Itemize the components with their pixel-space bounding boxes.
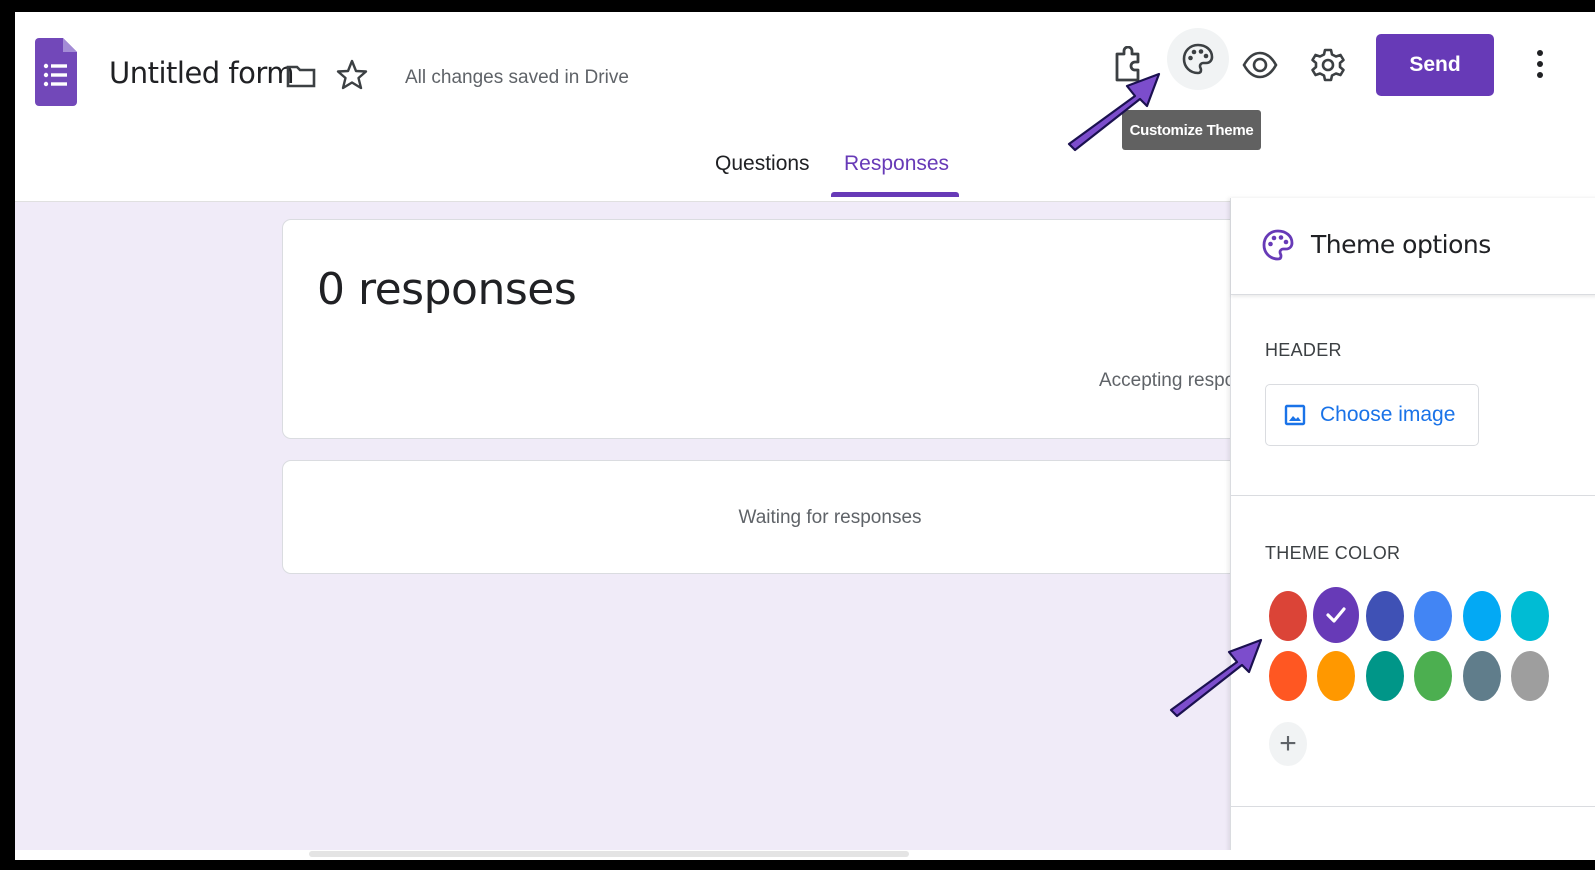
responses-summary-card: 0 responses Accepting responses xyxy=(282,219,1282,439)
check-icon xyxy=(1326,607,1346,623)
top-bar: Untitled form All changes saved in Drive xyxy=(15,12,1595,202)
color-swatch-blue-grey[interactable] xyxy=(1463,651,1501,701)
color-swatch-teal[interactable] xyxy=(1366,651,1404,701)
waiting-label: Waiting for responses xyxy=(738,507,922,528)
eye-icon xyxy=(1242,51,1278,79)
color-swatch-cyan[interactable] xyxy=(1511,591,1549,641)
annotation-arrow-icon xyxy=(1067,72,1161,152)
header-section-label: HEADER xyxy=(1265,340,1342,360)
save-status: All changes saved in Drive xyxy=(405,67,629,88)
color-swatch-indigo[interactable] xyxy=(1366,591,1404,641)
theme-options-panel: Theme options HEADER Choose image THEME … xyxy=(1230,198,1595,860)
color-swatch-orange[interactable] xyxy=(1317,651,1355,701)
annotation-arrow-icon xyxy=(1169,638,1263,718)
scrollbar-thumb[interactable] xyxy=(309,851,909,857)
folder-icon[interactable] xyxy=(285,60,317,92)
tab-questions[interactable]: Questions xyxy=(715,152,810,176)
panel-header: Theme options xyxy=(1231,198,1595,295)
palette-icon xyxy=(1182,43,1214,75)
color-swatch-light-blue[interactable] xyxy=(1463,591,1501,641)
waiting-card: Waiting for responses xyxy=(282,460,1282,574)
divider xyxy=(1231,495,1595,496)
color-swatch-deep-purple[interactable] xyxy=(1313,587,1359,643)
active-tab-indicator xyxy=(831,192,959,197)
add-custom-color-button[interactable]: + xyxy=(1269,722,1307,766)
gear-icon xyxy=(1311,48,1345,82)
divider xyxy=(1231,806,1595,807)
image-icon xyxy=(1284,404,1306,426)
preview-button[interactable] xyxy=(1237,42,1283,88)
responses-count: 0 responses xyxy=(317,264,577,315)
choose-image-button[interactable]: Choose image xyxy=(1265,384,1479,446)
color-swatch-blue[interactable] xyxy=(1414,591,1452,641)
forms-logo-icon[interactable] xyxy=(35,38,77,106)
form-title[interactable]: Untitled form xyxy=(109,56,295,90)
palette-icon xyxy=(1262,229,1294,261)
color-swatch-red[interactable] xyxy=(1269,591,1307,641)
app-frame: Untitled form All changes saved in Drive xyxy=(15,12,1595,860)
panel-title: Theme options xyxy=(1311,230,1491,259)
settings-button[interactable] xyxy=(1305,42,1351,88)
color-swatch-green[interactable] xyxy=(1414,651,1452,701)
color-swatch-deep-orange[interactable] xyxy=(1269,651,1307,701)
customize-theme-button[interactable] xyxy=(1167,28,1229,90)
tab-responses[interactable]: Responses xyxy=(844,152,949,176)
color-swatch-grey[interactable] xyxy=(1511,651,1549,701)
choose-image-label: Choose image xyxy=(1320,403,1456,426)
theme-color-section-label: THEME COLOR xyxy=(1265,543,1401,563)
send-button[interactable]: Send xyxy=(1376,34,1494,96)
more-vert-icon[interactable] xyxy=(1525,44,1555,84)
star-icon[interactable] xyxy=(335,58,369,92)
